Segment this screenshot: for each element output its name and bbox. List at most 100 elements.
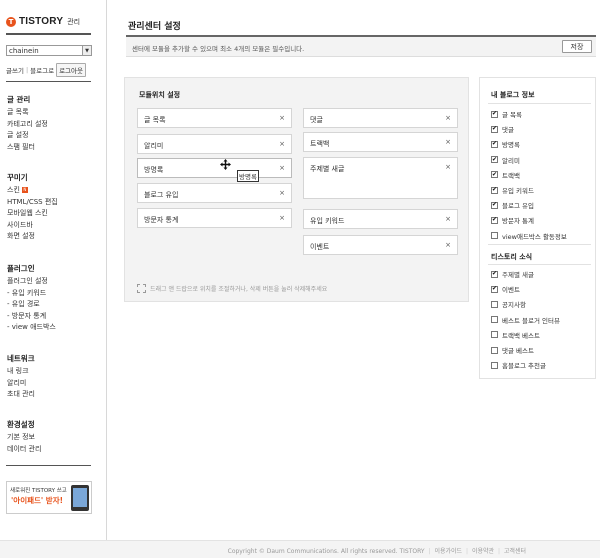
module-post-list[interactable]: 글 목록 × xyxy=(137,108,292,128)
close-icon[interactable]: × xyxy=(445,114,451,122)
write-link[interactable]: 글쓰기 xyxy=(6,65,24,75)
close-icon[interactable]: × xyxy=(279,214,285,222)
checkbox-row[interactable]: 댓글 베스트 xyxy=(491,345,534,355)
ipad-promo-banner[interactable]: 새로워진 TISTORY 쓰고 '아이패드' 받자! xyxy=(6,481,92,514)
module-label: 트랙백 xyxy=(310,140,330,148)
sidebar-item-spam-filter[interactable]: 스팸 필터 xyxy=(7,142,48,154)
sidebar-item-my-links[interactable]: 내 링크 xyxy=(7,366,35,378)
sidebar-item-visitor-stats[interactable]: - 방문자 통계 xyxy=(7,311,56,323)
checkbox-checked-icon[interactable]: ✔ xyxy=(491,201,498,209)
nav-group-preferences: 환경설정 기본 정보 데이터 관리 xyxy=(7,419,41,455)
module-events[interactable]: 이벤트 × xyxy=(303,235,458,255)
sidebar-item-mobile-skin[interactable]: 모바일웹 스킨 xyxy=(7,208,58,220)
checkbox-row[interactable]: 홈블로그 추천글 xyxy=(491,360,546,370)
close-icon[interactable]: × xyxy=(445,163,451,171)
sidebar-item-inflow-keywords[interactable]: - 유입 키워드 xyxy=(7,288,56,300)
close-icon[interactable]: × xyxy=(279,114,285,122)
sidebar-item-skin[interactable]: 스킨 N xyxy=(7,185,58,197)
go-blog-link[interactable]: 블로그로 xyxy=(30,65,54,75)
close-icon[interactable]: × xyxy=(279,189,285,197)
close-icon[interactable]: × xyxy=(445,138,451,146)
checkbox-row[interactable]: ✔ 알리미 xyxy=(491,155,520,165)
checkbox-row[interactable]: ✔ 블로그 유입 xyxy=(491,200,534,210)
checkbox-label: 블로그 유입 xyxy=(502,202,534,211)
sidebar-item-data-management[interactable]: 데이터 관리 xyxy=(7,444,41,456)
checkbox-checked-icon[interactable]: ✔ xyxy=(491,285,498,293)
module-trackback[interactable]: 트랙백 × xyxy=(303,132,458,152)
checkbox-checked-icon[interactable]: ✔ xyxy=(491,156,498,164)
logout-button[interactable]: 로그아웃 xyxy=(56,63,86,77)
footer-link-support[interactable]: 고객센터 xyxy=(504,548,526,555)
sidebar-item-sidebar[interactable]: 사이드바 xyxy=(7,220,58,232)
nav-group-design: 꾸미기 스킨 N HTML/CSS 편집 모바일웹 스킨 사이드바 화면 설정 xyxy=(7,172,58,243)
close-icon[interactable]: × xyxy=(445,215,451,223)
sidebar-item-post-settings[interactable]: 글 설정 xyxy=(7,130,48,142)
checkbox-checked-icon[interactable]: ✔ xyxy=(491,216,498,224)
sidebar-top-divider xyxy=(6,33,91,35)
checkbox-row[interactable]: 베스트 블로거 인터뷰 xyxy=(491,315,560,325)
checkbox-row[interactable]: 트랙백 베스트 xyxy=(491,330,540,340)
sidebar-item-view-adbox[interactable]: - view 애드박스 xyxy=(7,322,56,334)
module-guestbook[interactable]: 방명록 × xyxy=(137,158,292,178)
checkbox-checked-icon[interactable]: ✔ xyxy=(491,140,498,148)
blog-select[interactable]: chainein ▼ xyxy=(6,45,92,56)
checkbox-unchecked-icon[interactable] xyxy=(491,346,498,354)
nav-group-title: 환경설정 xyxy=(7,420,35,429)
module-inflow-keywords[interactable]: 유입 키워드 × xyxy=(303,209,458,229)
close-icon[interactable]: × xyxy=(279,164,285,172)
module-notifier[interactable]: 알리미 × xyxy=(137,134,292,154)
checkbox-label: 유입 키워드 xyxy=(502,187,534,195)
checkbox-row[interactable]: ✔ 이벤트 xyxy=(491,284,520,294)
checkbox-checked-icon[interactable]: ✔ xyxy=(491,125,498,133)
checkbox-checked-icon[interactable]: ✔ xyxy=(491,186,498,194)
checkbox-row[interactable]: view애드박스 활동정보 xyxy=(491,231,567,241)
checkbox-checked-icon[interactable]: ✔ xyxy=(491,270,498,278)
checkbox-label: 공지사항 xyxy=(502,301,526,310)
checkbox-row[interactable]: 공지사항 xyxy=(491,299,526,309)
checkbox-row[interactable]: ✔ 방문자 통계 xyxy=(491,215,534,225)
sidebar-item-category[interactable]: 카테고리 설정 xyxy=(7,119,48,131)
checkbox-unchecked-icon[interactable] xyxy=(491,232,498,240)
nav-group-plugins: 플러그인 플러그인 설정 - 유입 키워드 - 유입 경로 - 방문자 통계 -… xyxy=(7,263,56,334)
module-label: 댓글 xyxy=(310,116,323,124)
checkbox-unchecked-icon[interactable] xyxy=(491,316,498,324)
checkbox-unchecked-icon[interactable] xyxy=(491,300,498,308)
close-icon[interactable]: × xyxy=(279,140,285,148)
save-button[interactable]: 저장 xyxy=(562,40,592,53)
sidebar-item-invites[interactable]: 초대 관리 xyxy=(7,389,35,401)
checkbox-row[interactable]: ✔ 유입 키워드 xyxy=(491,185,534,195)
checkbox-unchecked-icon[interactable] xyxy=(491,331,498,339)
checkbox-row[interactable]: ✔ 댓글 xyxy=(491,124,514,134)
checkbox-row[interactable]: ✔ 주제별 새글 xyxy=(491,269,534,279)
checkbox-label: 베스트 블로거 인터뷰 xyxy=(502,316,560,325)
checkbox-checked-icon[interactable]: ✔ xyxy=(491,171,498,179)
sidebar-item-plugin-settings[interactable]: 플러그인 설정 xyxy=(7,276,56,288)
checkbox-unchecked-icon[interactable] xyxy=(491,361,498,369)
checkbox-row[interactable]: ✔ 방명록 xyxy=(491,139,520,149)
checkbox-checked-icon[interactable]: ✔ xyxy=(491,110,498,118)
sidebar-item-html-css[interactable]: HTML/CSS 편집 xyxy=(7,197,58,209)
module-topic-new-posts[interactable]: 주제별 새글 × xyxy=(303,157,458,199)
chevron-down-icon[interactable]: ▼ xyxy=(82,46,91,55)
footer-link-terms[interactable]: 이용약관 xyxy=(472,548,494,555)
checkbox-row[interactable]: ✔ 글 목록 xyxy=(491,109,522,119)
nav-group-network: 네트워크 내 링크 알리미 초대 관리 xyxy=(7,353,35,401)
sidebar-divider xyxy=(6,81,91,82)
footer-link-guide[interactable]: 이용가이드 xyxy=(434,548,462,555)
close-icon[interactable]: × xyxy=(445,241,451,249)
sidebar-item-screen-settings[interactable]: 화면 설정 xyxy=(7,231,58,243)
sidebar-item-post-list[interactable]: 글 목록 xyxy=(7,107,48,119)
sidebar-item-notifier[interactable]: 알리미 xyxy=(7,378,35,390)
module-label: 방명록 xyxy=(144,166,164,174)
module-blog-inflow[interactable]: 블로그 유입 × xyxy=(137,183,292,203)
nav-group-title: 플러그인 xyxy=(7,264,35,273)
module-comments[interactable]: 댓글 × xyxy=(303,108,458,128)
sidebar-item-basic-info[interactable]: 기본 정보 xyxy=(7,432,41,444)
promo-line-2: '아이패드' 받자! xyxy=(11,496,64,505)
module-visitor-stats[interactable]: 방문자 통계 × xyxy=(137,208,292,228)
module-label: 유입 키워드 xyxy=(310,217,345,225)
sidebar-item-inflow-path[interactable]: - 유입 경로 xyxy=(7,299,56,311)
tistory-logo[interactable]: T TISTORY 관리 xyxy=(6,16,80,27)
checkbox-row[interactable]: ✔ 트랙백 xyxy=(491,170,520,180)
checkbox-label: 방문자 통계 xyxy=(502,217,534,226)
